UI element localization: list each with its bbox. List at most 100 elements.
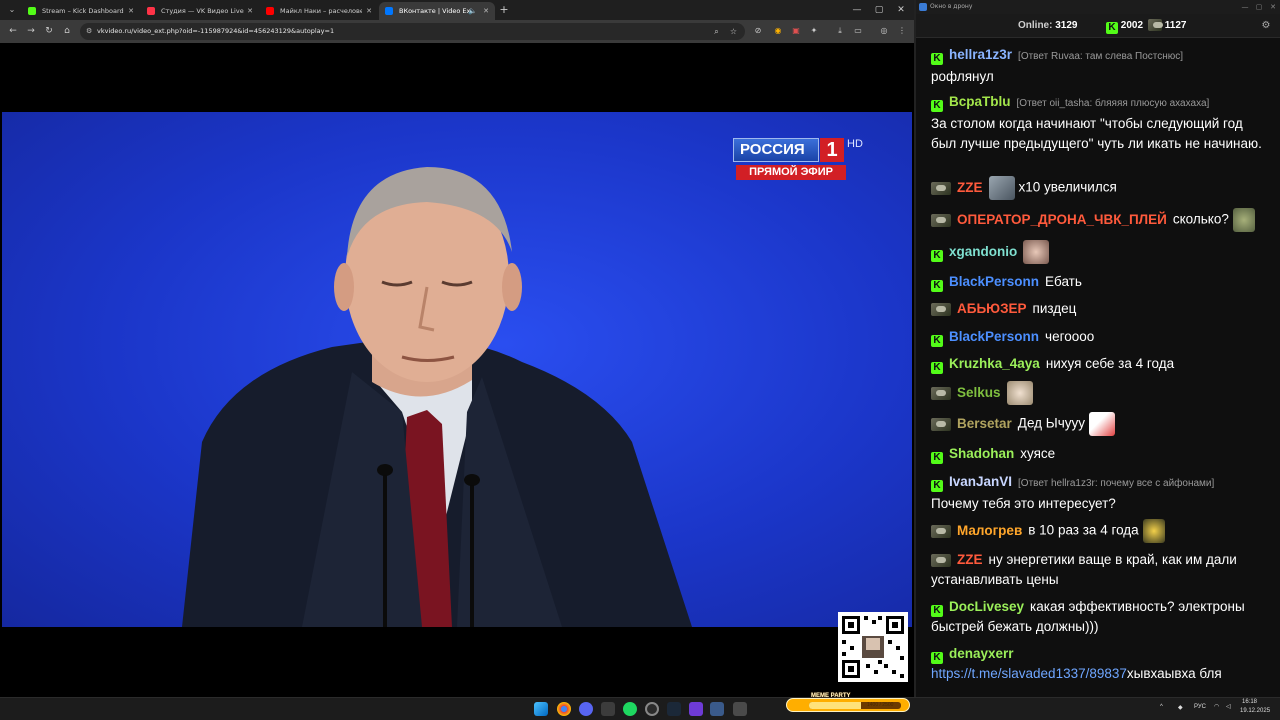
app-icon[interactable] xyxy=(733,702,747,716)
maximize-button[interactable]: ▢ xyxy=(1252,0,1266,14)
clock-time[interactable]: 16:18 xyxy=(1242,699,1257,705)
tab-kick-dashboard[interactable]: Stream – Kick Dashboard ✕ xyxy=(22,2,140,20)
chat-username[interactable]: BlackPersonn xyxy=(949,274,1039,289)
extension-icon[interactable]: ◉ xyxy=(772,25,784,37)
chat-message: K IvanJanVI [Ответ hellra1z3r: почему все … xyxy=(931,472,1271,514)
vk-badge-icon xyxy=(931,554,951,567)
minimize-button[interactable]: — xyxy=(1238,0,1252,14)
chat-text: хуясе xyxy=(1020,446,1056,461)
chat-username[interactable]: IvanJanVI xyxy=(949,474,1012,489)
discord-icon[interactable] xyxy=(579,702,593,716)
tab-vk-video-ext[interactable]: ВКонтакте | Video Ext 🔈 ✕ xyxy=(379,2,495,20)
vk-badge-icon xyxy=(931,213,951,227)
tab-label: Студия — VK Видео Live xyxy=(161,7,244,15)
tray-app-icon[interactable]: ◆ xyxy=(1178,704,1183,711)
chat-username[interactable]: Kruzhka_4aya xyxy=(949,356,1040,371)
tray-chevron-icon[interactable]: ^ xyxy=(1160,704,1163,710)
kick-badge-icon: K xyxy=(931,362,943,374)
chrome-icon[interactable] xyxy=(557,702,571,716)
maximize-button[interactable]: ▢ xyxy=(868,0,890,20)
volume-icon[interactable]: ◁ xyxy=(1226,703,1231,710)
close-icon[interactable]: ✕ xyxy=(366,2,372,20)
language-indicator[interactable]: РУС xyxy=(1194,704,1206,710)
chat-username[interactable]: BcpaTblu xyxy=(949,94,1011,109)
cat-emote-icon xyxy=(1006,381,1033,405)
tab-search-icon[interactable]: ⌄ xyxy=(4,2,20,18)
cat-emote-icon xyxy=(988,176,1015,200)
extension-icon[interactable]: ⊘ xyxy=(752,25,764,37)
speaker-icon[interactable]: 🔈 xyxy=(468,2,477,20)
chat-username[interactable]: ZZE xyxy=(957,552,983,567)
close-icon[interactable]: ✕ xyxy=(128,2,134,20)
back-button[interactable]: ← xyxy=(6,24,20,38)
tab-vk-studio[interactable]: Студия — VK Видео Live ✕ xyxy=(141,2,259,20)
kick-badge-icon: K xyxy=(931,100,943,112)
chat-username[interactable]: ZZE xyxy=(957,180,983,195)
obs-icon[interactable] xyxy=(645,702,659,716)
reload-button[interactable]: ↻ xyxy=(42,24,56,38)
wifi-icon[interactable]: ◠ xyxy=(1214,703,1219,710)
chat-username[interactable]: denayxerr xyxy=(949,646,1014,661)
address-bar[interactable]: ⚙ vkvideo.ru/video_ext.php?oid=-11598792… xyxy=(80,23,745,40)
steam-icon[interactable] xyxy=(667,702,681,716)
split-view-icon[interactable]: ▭ xyxy=(852,25,864,37)
channel-number: 1 xyxy=(820,138,844,162)
chat-username[interactable]: ОПЕРАТОР_ДРОНА_ЧВК_ПЛЕЙ xyxy=(957,212,1167,227)
youtube-favicon-icon xyxy=(266,7,274,15)
site-info-icon[interactable]: ⚙ xyxy=(86,27,95,36)
extension-icon[interactable]: ▣ xyxy=(790,25,802,37)
chat-username[interactable]: Selkus xyxy=(957,385,1001,400)
home-button[interactable]: ⌂ xyxy=(60,24,74,38)
forward-button[interactable]: → xyxy=(24,24,38,38)
app-icon xyxy=(919,3,927,11)
chat-username[interactable]: xgandonio xyxy=(949,244,1017,259)
tab-bar: ⌄ Stream – Kick Dashboard ✕ Студия — VK … xyxy=(0,0,914,20)
kick-badge-icon: K xyxy=(931,652,943,664)
tab-label: ВКонтакте | Video Ext xyxy=(399,7,473,15)
chat-username[interactable]: Малогрев xyxy=(957,523,1022,538)
terminal-icon[interactable] xyxy=(601,702,615,716)
bookmark-star-icon[interactable]: ☆ xyxy=(728,26,739,37)
profile-icon[interactable]: ◎ xyxy=(878,25,890,37)
vk-viewers-stat: 1127 xyxy=(1148,14,1186,38)
close-window-button[interactable]: ✕ xyxy=(890,0,912,20)
chat-text: Дед Ычууу xyxy=(1017,415,1086,431)
zoom-icon[interactable]: ⌕ xyxy=(711,26,722,37)
settings-gear-icon[interactable]: ⚙ xyxy=(1260,20,1272,32)
clock-date[interactable]: 19.12.2025 xyxy=(1240,708,1270,714)
tab-youtube-video[interactable]: Майкл Наки – расчеловечива ✕ xyxy=(260,2,378,20)
chat-text: пиздец xyxy=(1032,301,1077,316)
extensions-puzzle-icon[interactable]: ✦ xyxy=(808,25,820,37)
broadcast-frame: РОССИЯ 1 HD ПРЯМОЙ ЭФИР xyxy=(2,112,912,627)
chat-message: ОПЕРАТОР_ДРОНА_ЧВК_ПЛЕЙ сколько? xyxy=(931,208,1271,232)
chat-message: K BcpaTblu [Ответ oii_tasha: бляяяя плюсую… xyxy=(931,92,1271,154)
chat-text: Ебать xyxy=(1045,274,1082,289)
online-count: 3129 xyxy=(1055,20,1078,31)
kick-favicon-icon xyxy=(28,7,36,15)
chat-username[interactable]: BlackPersonn xyxy=(949,329,1039,344)
kick-viewers-stat: K 2002 xyxy=(1106,14,1143,38)
vk-badge-icon xyxy=(931,303,951,316)
menu-icon[interactable]: ⋮ xyxy=(896,25,908,37)
chat-link[interactable]: https://t.me/slavaded1337/89837 xyxy=(931,666,1127,681)
new-tab-button[interactable]: + xyxy=(498,2,510,18)
minimize-button[interactable]: — xyxy=(846,0,868,20)
media-player-icon[interactable] xyxy=(689,702,703,716)
chat-message: Bersetar Дед Ычууу xyxy=(931,412,1271,436)
chat-username[interactable]: АБЬЮЗЕР xyxy=(957,301,1027,316)
close-icon[interactable]: ✕ xyxy=(483,2,489,20)
spotify-icon[interactable] xyxy=(623,702,637,716)
chat-username[interactable]: DocLivesey xyxy=(949,599,1024,614)
close-icon[interactable]: ✕ xyxy=(247,2,253,20)
chat-reply-quote: [Ответ oii_tasha: бляяяя плюсую ахахаха] xyxy=(1016,98,1210,109)
start-menu-icon[interactable] xyxy=(534,702,548,716)
chat-username[interactable]: Bersetar xyxy=(957,416,1012,431)
chat-username[interactable]: hellra1z3r xyxy=(949,47,1012,62)
download-icon[interactable]: ⤓ xyxy=(834,25,846,37)
chat-username[interactable]: Shadohan xyxy=(949,446,1014,461)
chat-text: чегоооо xyxy=(1045,329,1095,344)
close-window-button[interactable]: ✕ xyxy=(1266,0,1280,14)
kick-badge-icon: K xyxy=(931,480,943,492)
app-window-icon[interactable] xyxy=(710,702,724,716)
video-player[interactable]: РОССИЯ 1 HD ПРЯМОЙ ЭФИР xyxy=(0,43,914,697)
